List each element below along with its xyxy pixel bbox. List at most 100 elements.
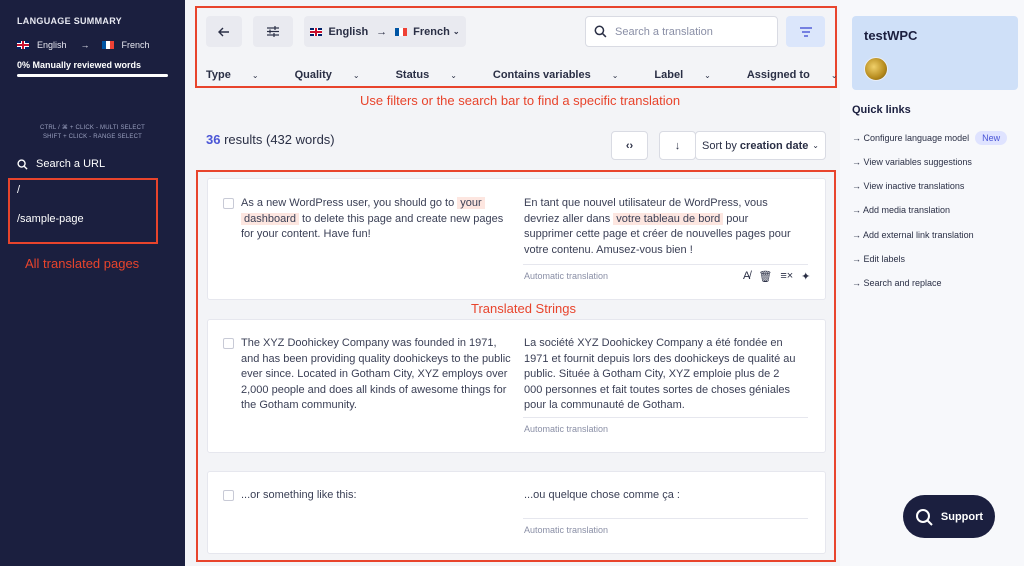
filter-type[interactable]: Type ⌄ — [206, 69, 277, 81]
variable-highlight: dashboard — [241, 212, 299, 225]
source-text[interactable]: ...or something like this: — [241, 488, 511, 504]
uk-flag-icon — [310, 27, 323, 36]
quick-link-edit-labels[interactable]: → Edit labels — [852, 254, 905, 264]
target-text[interactable]: En tant que nouvel utilisateur de WordPr… — [524, 196, 799, 258]
quick-link-configure-language-model[interactable]: → Configure language model New — [852, 131, 1008, 145]
user-card: testWPC — [852, 16, 1018, 90]
quick-link-add-external-link-translation[interactable]: → Add external link translation — [852, 230, 974, 240]
sort-label: Sort by creation date — [702, 140, 808, 152]
filter-status[interactable]: Status ⌄ — [396, 69, 475, 81]
avatar — [864, 57, 888, 81]
language-summary: LANGUAGE SUMMARY English → French 0% Man… — [0, 0, 185, 118]
arrow-down-icon: ↓ — [674, 139, 681, 152]
filter-button[interactable] — [786, 16, 825, 47]
sidebar: LANGUAGE SUMMARY English → French 0% Man… — [0, 0, 185, 566]
variable-highlight: votre tableau de bord — [613, 212, 724, 225]
ai-sparkle-icon[interactable]: ✦ — [801, 270, 810, 283]
arrow-right-icon: → — [376, 25, 388, 38]
chevron-down-icon: ⌄ — [352, 71, 360, 80]
translation-status: Automatic translation — [524, 424, 609, 434]
results-number: 36 — [206, 132, 221, 147]
target-text[interactable]: La société XYZ Doohickey Company a été f… — [524, 336, 799, 414]
filter-status-label: Status — [395, 69, 430, 81]
filter-quality[interactable]: Quality ⌄ — [295, 69, 378, 81]
quick-link-label: View variables suggestions — [863, 157, 972, 167]
new-badge: New — [975, 131, 1008, 145]
row-checkbox[interactable] — [223, 338, 234, 349]
sort-select[interactable]: Sort by creation date ⌄ — [695, 131, 826, 160]
target-text[interactable]: ...ou quelque chose comme ça : — [524, 488, 799, 504]
search-icon — [17, 158, 28, 170]
source-text-part: As a new WordPress user, you should go t… — [241, 197, 458, 209]
filter-label-label: Label — [654, 69, 684, 81]
code-view-button[interactable]: ‹› — [611, 131, 648, 160]
filters-bar: Type ⌄ Quality ⌄ Status ⌄ Contains variable… — [206, 69, 874, 81]
translation-status: Automatic translation — [524, 525, 609, 535]
page-item-sample-page[interactable]: /sample-page — [17, 213, 84, 225]
source-text[interactable]: As a new WordPress user, you should go t… — [241, 196, 511, 243]
chevron-down-icon: ⌄ — [251, 71, 259, 80]
filter-label[interactable]: Label ⌄ — [654, 69, 728, 81]
support-button[interactable]: Support — [903, 495, 995, 538]
search-translation-input[interactable]: Search a translation — [585, 16, 778, 47]
reviewed-words-text: 0% Manually reviewed words — [17, 60, 142, 70]
results-count: 36 results (432 words) — [206, 132, 335, 147]
quick-link-label: Add media translation — [863, 205, 951, 215]
quick-link-search-and-replace[interactable]: → Search and replace — [852, 278, 942, 288]
quick-link-add-media-translation[interactable]: → Add media translation — [852, 205, 950, 215]
language-summary-title: LANGUAGE SUMMARY — [17, 16, 122, 26]
quick-link-view-inactive-translations[interactable]: → View inactive translations — [852, 181, 964, 191]
arrow-right-icon: → — [80, 40, 90, 50]
filter-contains-variables[interactable]: Contains variables ⌄ — [493, 69, 637, 81]
filter-quality-label: Quality — [294, 69, 332, 81]
source-language: English — [37, 40, 67, 50]
language-pair: English → French — [17, 40, 168, 50]
quick-link-label: Search and replace — [863, 278, 942, 288]
divider — [523, 264, 808, 265]
sliders-icon — [267, 26, 279, 37]
search-url-button[interactable]: Search a URL — [0, 158, 185, 170]
search-url-label: Search a URL — [36, 158, 106, 170]
quick-link-label: Edit labels — [863, 254, 906, 264]
sort-prefix: Sort by — [702, 139, 737, 152]
sort-value: creation date — [739, 139, 809, 152]
pages-highlight-box — [8, 178, 158, 244]
toolbar-source-language: English — [328, 25, 369, 38]
row-checkbox[interactable] — [223, 490, 234, 501]
selection-hint: CTRL / ⌘ + CLICK - MULTI SELECT SHIFT + … — [0, 124, 185, 142]
quick-link-label: Add external link translation — [863, 230, 974, 240]
language-switcher[interactable]: English → French ⌄ — [304, 16, 466, 47]
quick-link-label: Configure language model — [863, 133, 970, 143]
pages-annotation: All translated pages — [25, 256, 140, 271]
code-icon: ‹› — [625, 139, 634, 152]
quick-links-title: Quick links — [852, 104, 911, 116]
toolbar-annotation: Use filters or the search bar to find a … — [360, 93, 681, 108]
trash-icon[interactable]: 🗑 — [758, 270, 772, 283]
clear-format-icon[interactable]: ≡× — [780, 270, 793, 283]
target-language: French — [121, 40, 150, 50]
back-button[interactable] — [206, 16, 242, 47]
settings-sliders-button[interactable] — [253, 16, 293, 47]
spellcheck-icon[interactable]: A̸ — [743, 270, 750, 283]
filter-type-label: Type — [206, 69, 231, 81]
search-icon — [594, 25, 607, 38]
strings-annotation: Translated Strings — [471, 301, 577, 316]
translation-tools: A̸ 🗑 ≡× ✦ — [743, 270, 810, 283]
page-item-root[interactable]: / — [17, 184, 20, 196]
chevron-down-icon: ⌄ — [812, 141, 819, 150]
chevron-down-icon: ⌄ — [704, 71, 711, 80]
sort-direction-button[interactable]: ↓ — [659, 131, 696, 160]
quick-link-label: View inactive translations — [863, 181, 965, 191]
france-flag-icon — [395, 27, 408, 36]
filter-assigned-to-label: Assigned to — [746, 69, 810, 81]
chevron-down-icon: ⌄ — [611, 71, 619, 80]
row-checkbox[interactable] — [223, 198, 234, 209]
source-text[interactable]: The XYZ Doohickey Company was founded in… — [241, 336, 511, 414]
uk-flag-icon — [17, 41, 29, 49]
support-label: Support — [940, 510, 984, 523]
quick-link-view-variables-suggestions[interactable]: → View variables suggestions — [852, 157, 972, 167]
search-placeholder: Search a translation — [615, 25, 713, 38]
france-flag-icon — [101, 41, 114, 49]
translation-card[interactable] — [207, 471, 826, 554]
translation-status: Automatic translation — [524, 271, 609, 281]
